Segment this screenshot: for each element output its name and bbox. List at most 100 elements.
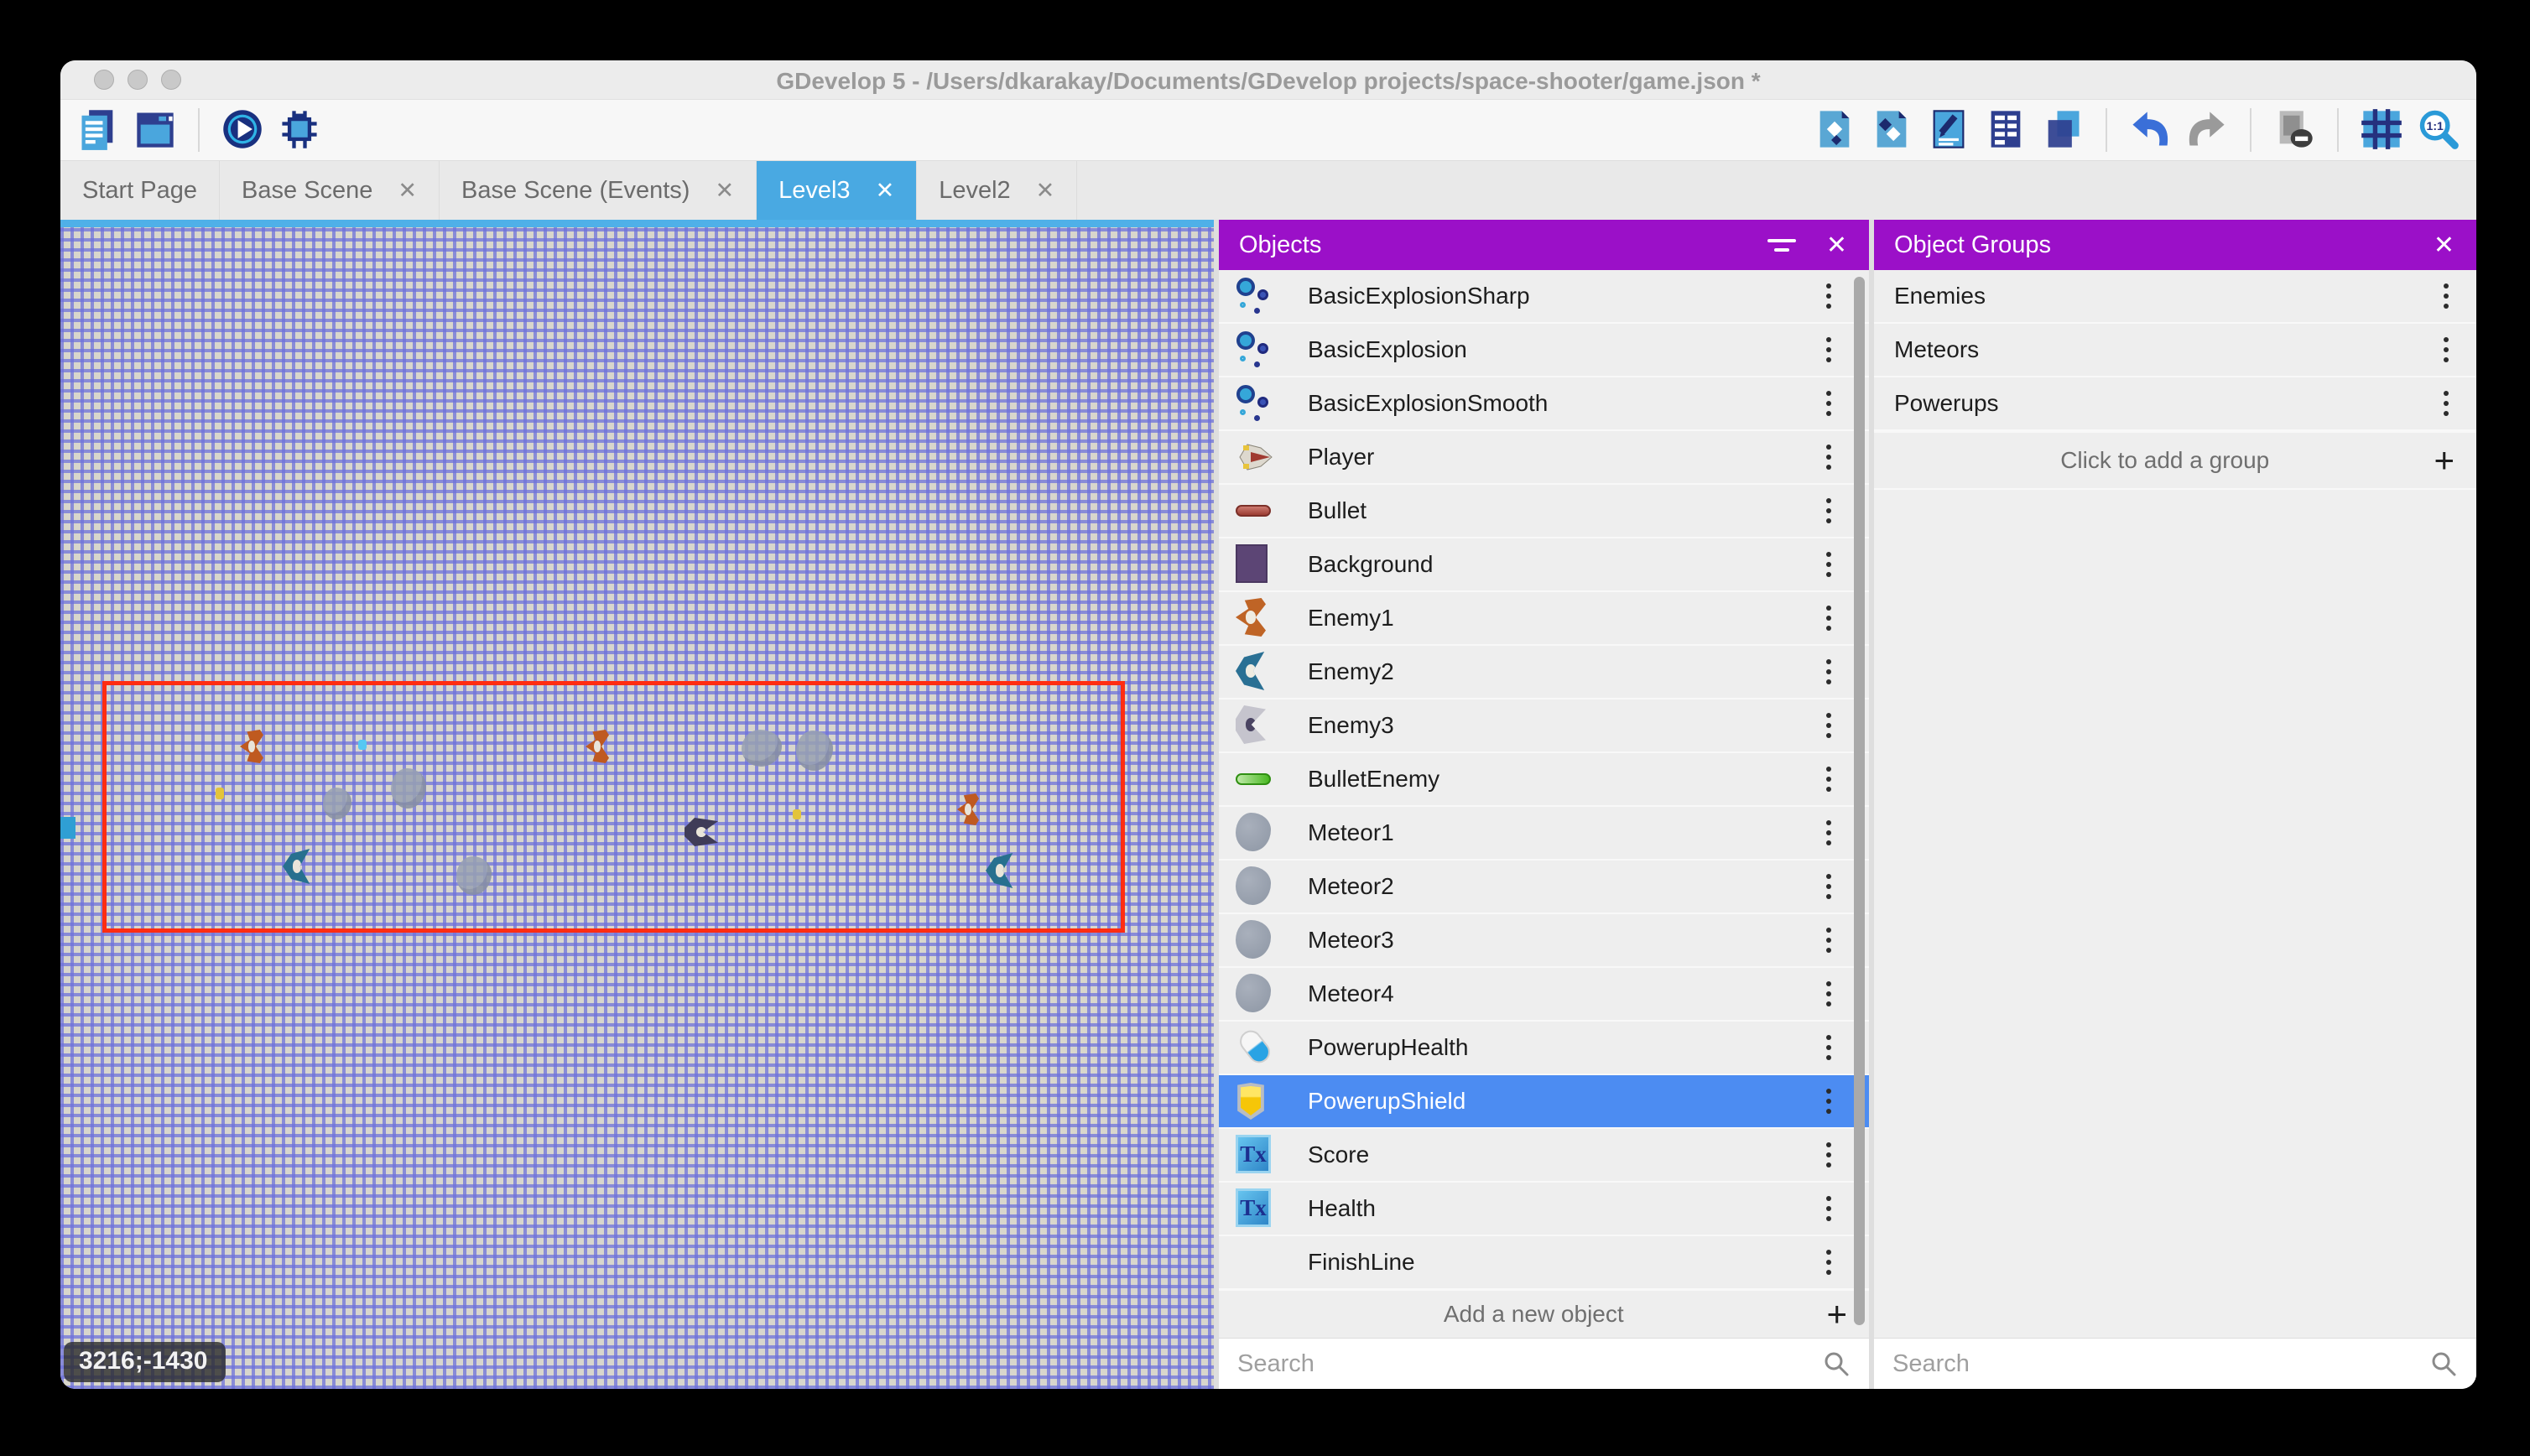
add-group-row[interactable]: Click to add a group + bbox=[1874, 431, 2476, 490]
close-tab-icon[interactable]: ✕ bbox=[1036, 178, 1055, 204]
redo-button[interactable] bbox=[2183, 106, 2231, 154]
tab-label: Level2 bbox=[939, 177, 1010, 205]
tab-level2[interactable]: Level2 ✕ bbox=[917, 161, 1077, 220]
objects-panel-title: Objects bbox=[1239, 231, 1737, 259]
undo-button[interactable] bbox=[2126, 106, 2174, 154]
close-tab-icon[interactable]: ✕ bbox=[398, 178, 417, 204]
properties-pencil-icon bbox=[1927, 107, 1970, 153]
object-row-poweruphealth[interactable]: PowerupHealth bbox=[1219, 1022, 1869, 1075]
object-row-score[interactable]: TxScore bbox=[1219, 1129, 1869, 1183]
window-title: GDevelop 5 - /Users/dkarakay/Documents/G… bbox=[60, 60, 2476, 99]
instances-list-icon bbox=[1984, 107, 2028, 153]
toggle-grid-button[interactable] bbox=[2357, 106, 2406, 154]
filter-icon[interactable] bbox=[1767, 239, 1796, 252]
object-menu-kebab-icon[interactable] bbox=[1812, 920, 1845, 960]
objects-scrollbar-thumb[interactable] bbox=[1854, 277, 1865, 1325]
object-row-bulletenemy[interactable]: BulletEnemy bbox=[1219, 753, 1869, 807]
project-manager-button[interactable] bbox=[74, 106, 122, 154]
object-menu-kebab-icon[interactable] bbox=[1812, 1027, 1845, 1068]
object-menu-kebab-icon[interactable] bbox=[1812, 813, 1845, 853]
group-menu-kebab-icon[interactable] bbox=[2429, 383, 2463, 424]
object-menu-kebab-icon[interactable] bbox=[1812, 652, 1845, 692]
groups-search-input[interactable] bbox=[1892, 1350, 2429, 1378]
object-row-basicexplosionsmooth[interactable]: BasicExplosionSmooth bbox=[1219, 377, 1869, 431]
toolbar-separator bbox=[2337, 108, 2339, 152]
open-properties-panel-button[interactable] bbox=[1924, 106, 1973, 154]
object-groups-empty-area bbox=[1874, 490, 2476, 1338]
object-menu-kebab-icon[interactable] bbox=[1812, 383, 1845, 424]
object-row-enemy3[interactable]: Enemy3 bbox=[1219, 699, 1869, 753]
object-name: BulletEnemy bbox=[1308, 766, 1812, 793]
object-menu-kebab-icon[interactable] bbox=[1812, 1135, 1845, 1175]
object-row-health[interactable]: TxHealth bbox=[1219, 1183, 1869, 1236]
debug-button[interactable] bbox=[275, 106, 324, 154]
group-name: Meteors bbox=[1894, 336, 2429, 363]
object-row-powerupshield[interactable]: PowerupShield bbox=[1219, 1075, 1869, 1129]
open-objects-panel-button[interactable] bbox=[1810, 106, 1859, 154]
open-instances-list-button[interactable] bbox=[1981, 106, 2030, 154]
object-menu-kebab-icon[interactable] bbox=[1812, 598, 1845, 638]
object-row-player[interactable]: Player bbox=[1219, 431, 1869, 485]
zoom-1-1-icon: 1:1 bbox=[2417, 107, 2460, 153]
tab-base-scene[interactable]: Base Scene✕ bbox=[220, 161, 440, 220]
object-row-enemy1[interactable]: Enemy1 bbox=[1219, 592, 1869, 646]
scene-editor-button[interactable] bbox=[131, 106, 180, 154]
redo-arrow-icon bbox=[2185, 107, 2229, 153]
instance-dot-yellow[interactable] bbox=[216, 788, 224, 799]
close-tab-icon[interactable]: ✕ bbox=[715, 178, 734, 204]
object-menu-kebab-icon[interactable] bbox=[1812, 330, 1845, 370]
object-row-background[interactable]: Background bbox=[1219, 538, 1869, 592]
tab-start-page[interactable]: Start Page bbox=[60, 161, 220, 220]
add-object-row[interactable]: Add a new object + bbox=[1219, 1289, 1869, 1338]
object-menu-kebab-icon[interactable] bbox=[1812, 866, 1845, 907]
instance-dot-cyan[interactable] bbox=[358, 740, 367, 750]
object-menu-kebab-icon[interactable] bbox=[1812, 491, 1845, 531]
gdevelop-window: GDevelop 5 - /Users/dkarakay/Documents/G… bbox=[60, 60, 2476, 1389]
meteor-icon bbox=[1236, 866, 1274, 907]
instance-edge-marker[interactable] bbox=[60, 817, 75, 839]
object-menu-kebab-icon[interactable] bbox=[1812, 974, 1845, 1014]
undo-arrow-icon bbox=[2128, 107, 2172, 153]
object-menu-kebab-icon[interactable] bbox=[1812, 705, 1845, 746]
object-row-meteor4[interactable]: Meteor4 bbox=[1219, 968, 1869, 1022]
object-menu-kebab-icon[interactable] bbox=[1812, 1188, 1845, 1229]
object-name: Health bbox=[1308, 1195, 1812, 1222]
object-menu-kebab-icon[interactable] bbox=[1812, 544, 1845, 585]
object-row-bullet[interactable]: Bullet bbox=[1219, 485, 1869, 538]
object-row-meteor1[interactable]: Meteor1 bbox=[1219, 807, 1869, 861]
open-layers-panel-button[interactable] bbox=[2038, 106, 2087, 154]
object-row-meteor3[interactable]: Meteor3 bbox=[1219, 914, 1869, 968]
objects-search-input[interactable] bbox=[1237, 1350, 1822, 1378]
tab-level3[interactable]: Level3 ✕ bbox=[757, 161, 917, 220]
object-row-finishline[interactable]: FinishLine bbox=[1219, 1236, 1869, 1289]
object-row-meteor2[interactable]: Meteor2 bbox=[1219, 861, 1869, 914]
open-object-groups-panel-button[interactable] bbox=[1867, 106, 1916, 154]
close-tab-icon[interactable]: ✕ bbox=[876, 178, 895, 204]
explosion-icon bbox=[1236, 383, 1274, 424]
object-row-basicexplosion[interactable]: BasicExplosion bbox=[1219, 324, 1869, 377]
object-menu-kebab-icon[interactable] bbox=[1812, 759, 1845, 799]
object-menu-kebab-icon[interactable] bbox=[1812, 1081, 1845, 1121]
tab-label: Level3 bbox=[778, 177, 850, 205]
close-objects-panel-icon[interactable]: ✕ bbox=[1826, 231, 1847, 260]
ship-gray-icon bbox=[1236, 705, 1274, 746]
group-row-powerups[interactable]: Powerups bbox=[1874, 377, 2476, 431]
group-row-meteors[interactable]: Meteors bbox=[1874, 324, 2476, 377]
play-preview-button[interactable] bbox=[218, 106, 267, 154]
object-row-basicexplosionsharp[interactable]: BasicExplosionSharp bbox=[1219, 270, 1869, 324]
tab-base-scene-events-[interactable]: Base Scene (Events)✕ bbox=[440, 161, 757, 220]
object-menu-kebab-icon[interactable] bbox=[1812, 276, 1845, 316]
group-menu-kebab-icon[interactable] bbox=[2429, 276, 2463, 316]
object-name: FinishLine bbox=[1308, 1249, 1812, 1276]
object-name: Enemy2 bbox=[1308, 658, 1812, 685]
scene-canvas[interactable]: 3216;-1430 bbox=[60, 220, 1214, 1389]
zoom-original-button[interactable]: 1:1 bbox=[2414, 106, 2463, 154]
group-menu-kebab-icon[interactable] bbox=[2429, 330, 2463, 370]
object-row-enemy2[interactable]: Enemy2 bbox=[1219, 646, 1869, 699]
object-menu-kebab-icon[interactable] bbox=[1812, 437, 1845, 477]
toggle-instances-mask-button[interactable] bbox=[2270, 106, 2319, 154]
instance-dot-yellow[interactable] bbox=[793, 809, 801, 819]
group-row-enemies[interactable]: Enemies bbox=[1874, 270, 2476, 324]
close-object-groups-panel-icon[interactable]: ✕ bbox=[2434, 231, 2455, 260]
object-menu-kebab-icon[interactable] bbox=[1812, 1242, 1845, 1282]
